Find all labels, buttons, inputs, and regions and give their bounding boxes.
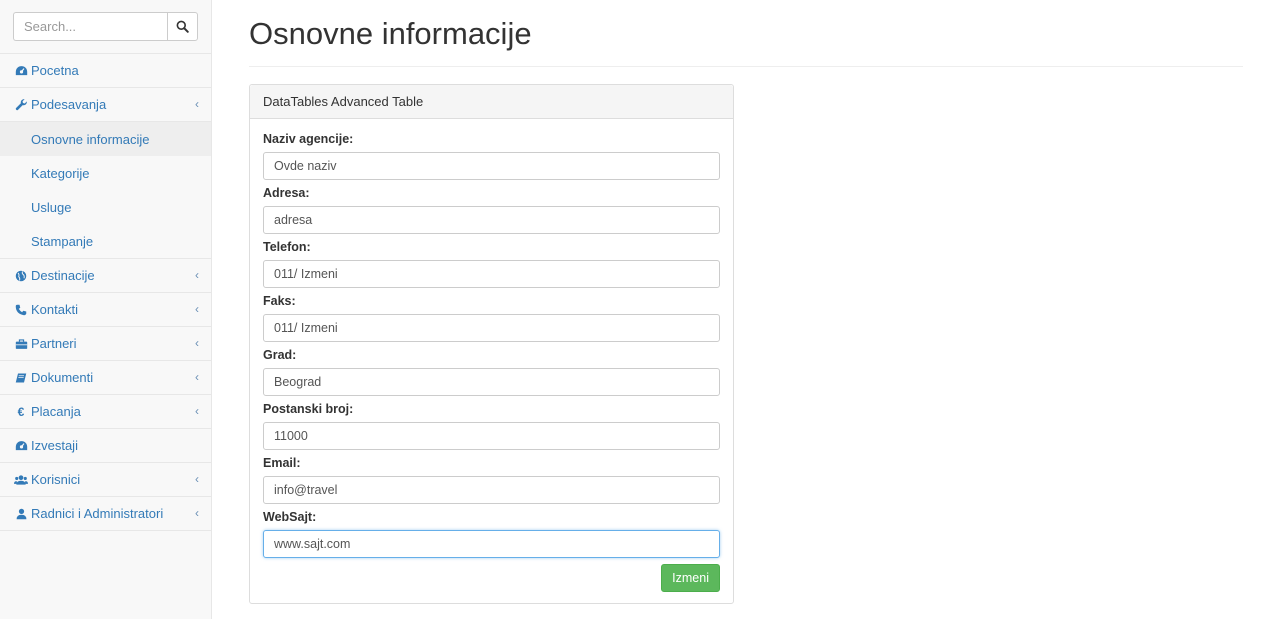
faks-input[interactable] [263, 314, 720, 342]
sidebar-item-dokumenti[interactable]: Dokumenti ‹ [0, 361, 211, 395]
naziv-agencije-label: Naziv agencije: [263, 132, 354, 146]
sidebar-subitem-osnovne-informacije[interactable]: Osnovne informacije [0, 122, 211, 156]
sidebar-item-pocetna[interactable]: Pocetna [0, 54, 211, 88]
submenu-podesavanja: Osnovne informacije Kategorije Usluge St… [0, 122, 211, 259]
title-divider [249, 66, 1243, 67]
websajt-input[interactable] [263, 530, 720, 558]
chevron-left-icon: ‹ [195, 336, 199, 350]
chevron-left-icon: ‹ [195, 268, 199, 282]
search-icon [176, 20, 189, 33]
chevron-left-icon: ‹ [195, 472, 199, 486]
postanski-broj-input[interactable] [263, 422, 720, 450]
sidebar-item-label: Radnici i Administratori [31, 506, 164, 521]
faks-label: Faks: [263, 294, 296, 308]
briefcase-icon [14, 337, 28, 351]
sidebar-item-label: Partneri [31, 336, 77, 351]
sidebar-item-izvestaji[interactable]: Izvestaji [0, 429, 211, 463]
dashboard-icon [14, 439, 28, 453]
euro-icon: € [17, 404, 25, 419]
postanski-broj-label: Postanski broj: [263, 402, 354, 416]
subitem-label: Stampanje [31, 233, 94, 249]
sidebar-item-kontakti[interactable]: Kontakti ‹ [0, 293, 211, 327]
chevron-left-icon: ‹ [195, 302, 199, 316]
sidebar-item-label: Placanja [31, 404, 81, 419]
chevron-left-icon: ‹ [195, 370, 199, 384]
sidebar-item-label: Izvestaji [31, 438, 78, 453]
chevron-left-icon: ‹ [195, 506, 199, 520]
email-input[interactable] [263, 476, 720, 504]
main-content: Osnovne informacije DataTables Advanced … [249, 0, 1243, 604]
dashboard-icon [14, 64, 28, 78]
email-label: Email: [263, 456, 301, 470]
sidebar-item-label: Kontakti [31, 302, 78, 317]
info-panel: DataTables Advanced Table Naziv agencije… [249, 84, 734, 604]
sidebar-item-radnici-i-administratori[interactable]: Radnici i Administratori ‹ [0, 497, 211, 531]
sidebar-item-label: Korisnici [31, 472, 81, 487]
telefon-input[interactable] [263, 260, 720, 288]
sidebar: Pocetna Podesavanja ‹ Osnovne informacij… [0, 0, 212, 619]
sidebar-item-podesavanja[interactable]: Podesavanja ‹ [0, 88, 211, 122]
grad-input[interactable] [263, 368, 720, 396]
sidebar-item-label: Dokumenti [31, 370, 94, 385]
chevron-left-icon: ‹ [195, 404, 199, 418]
page-title: Osnovne informacije [249, 16, 532, 51]
sidebar-item-label: Destinacije [31, 268, 95, 283]
wrench-icon [14, 98, 28, 112]
globe-icon [14, 269, 28, 283]
user-icon [14, 507, 28, 521]
izmeni-button[interactable]: Izmeni [661, 564, 720, 592]
sidebar-item-korisnici[interactable]: Korisnici ‹ [0, 463, 211, 497]
subitem-label: Usluge [31, 199, 72, 215]
adresa-input[interactable] [263, 206, 720, 234]
search-input[interactable] [13, 12, 167, 41]
book-icon [14, 371, 28, 385]
sidebar-search [0, 0, 211, 54]
sidebar-item-partneri[interactable]: Partneri ‹ [0, 327, 211, 361]
panel-body: Naziv agencije: Adresa: Telefon: Faks: G… [250, 119, 733, 592]
panel-heading: DataTables Advanced Table [250, 85, 733, 119]
sidebar-subitem-usluge[interactable]: Usluge [0, 190, 211, 224]
search-button[interactable] [167, 12, 198, 41]
sidebar-item-label: Pocetna [31, 63, 79, 78]
sidebar-item-placanja[interactable]: € Placanja ‹ [0, 395, 211, 429]
users-icon [14, 473, 28, 487]
telefon-label: Telefon: [263, 240, 311, 254]
sidebar-subitem-stampanje[interactable]: Stampanje [0, 224, 211, 258]
grad-label: Grad: [263, 348, 297, 362]
sidebar-item-label: Podesavanja [31, 97, 107, 112]
naziv-agencije-input[interactable] [263, 152, 720, 180]
chevron-left-icon: ‹ [195, 97, 199, 111]
phone-icon [14, 303, 28, 317]
websajt-label: WebSajt: [263, 510, 317, 524]
adresa-label: Adresa: [263, 186, 310, 200]
subitem-label: Osnovne informacije [31, 131, 150, 147]
sidebar-subitem-kategorije[interactable]: Kategorije [0, 156, 211, 190]
subitem-label: Kategorije [31, 165, 90, 181]
form-actions: Izmeni [263, 564, 720, 592]
sidebar-item-destinacije[interactable]: Destinacije ‹ [0, 259, 211, 293]
